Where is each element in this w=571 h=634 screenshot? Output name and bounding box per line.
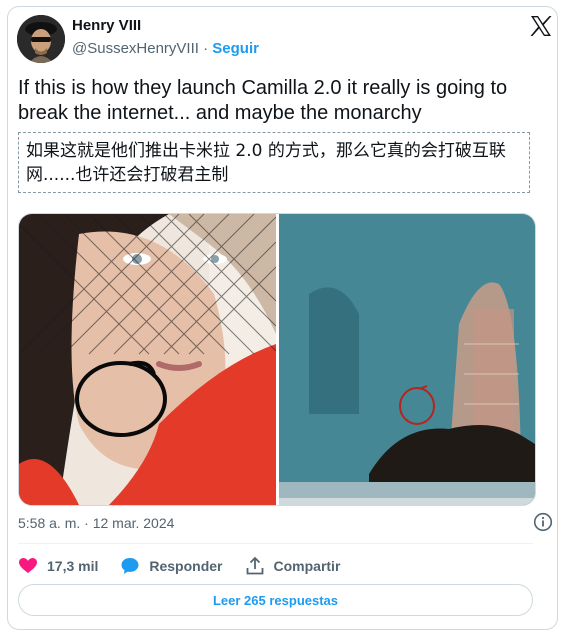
photo-left [19, 214, 277, 505]
divider [18, 543, 533, 544]
author-handle[interactable]: @SussexHenryVIII [72, 40, 199, 57]
read-replies-button[interactable]: Leer 265 respuestas [18, 584, 533, 616]
author-name[interactable]: Henry VIII [72, 17, 141, 34]
tweet-text: If this is how they launch Camilla 2.0 i… [18, 77, 508, 124]
reply-button[interactable]: Responder [120, 556, 223, 576]
tweet-timestamp[interactable]: 5:58 a. m. · 12 mar. 2024 [18, 515, 174, 531]
photo-right [279, 214, 535, 505]
share-label: Compartir [273, 558, 341, 574]
handle-row: @SussexHenryVIII · Seguir [72, 40, 259, 57]
avatar[interactable] [17, 15, 65, 63]
separator: · [203, 40, 209, 57]
reply-label: Responder [149, 558, 223, 574]
translation-box: 如果这就是他们推出卡米拉 2.0 的方式，那么它真的会打破互联网......也许… [18, 132, 530, 193]
x-logo-icon[interactable] [529, 14, 553, 38]
heart-icon [19, 558, 37, 573]
info-icon[interactable] [533, 512, 553, 532]
action-bar: 17,3 mil Responder Compartir [18, 553, 362, 579]
like-count: 17,3 mil [47, 558, 99, 574]
like-button[interactable]: 17,3 mil [18, 556, 98, 576]
speech-bubble-icon [121, 558, 139, 574]
share-icon [246, 556, 263, 575]
tweet-media[interactable] [18, 213, 536, 506]
share-button[interactable]: Compartir [245, 556, 341, 576]
follow-button[interactable]: Seguir [212, 40, 259, 57]
